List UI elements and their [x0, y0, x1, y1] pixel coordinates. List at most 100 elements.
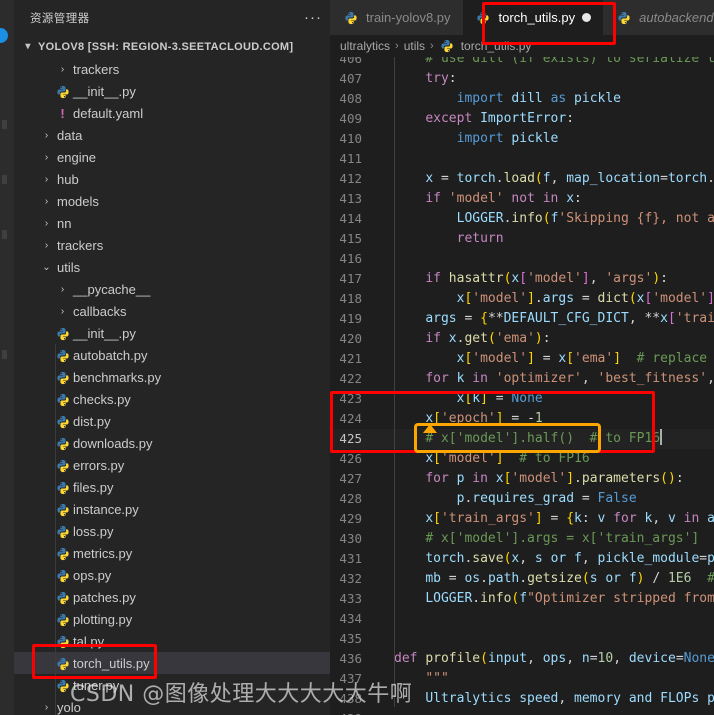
code-line[interactable]: 419 args = {**DEFAULT_CFG_DICT, **x['tra… [330, 309, 714, 329]
activity-bar[interactable] [0, 0, 14, 715]
tree-item-errors-py[interactable]: errors.py [14, 454, 330, 476]
tree-item-label: loss.py [73, 523, 114, 539]
code-line[interactable]: 427 for p in x['model'].parameters(): [330, 469, 714, 489]
breadcrumb-segment[interactable]: ultralytics [340, 39, 390, 53]
more-actions-icon[interactable]: ··· [304, 10, 322, 25]
tree-item--pycache-[interactable]: › __pycache__ [14, 278, 330, 300]
editor-tab-torch-utils-py[interactable]: torch_utils.py [462, 0, 604, 35]
activity-bar-item-4[interactable] [2, 350, 7, 359]
tree-item-utils[interactable]: ⌄ utils [14, 256, 330, 278]
code-line[interactable]: 436 def profile(input, ops, n=10, device=… [330, 649, 714, 669]
tree-item-data[interactable]: › data [14, 124, 330, 146]
file-tree[interactable]: › trackers __init__.py! default.yaml › data › e… [14, 58, 330, 715]
code-editor[interactable]: 406 # use dill (if exists) to serialize … [330, 57, 714, 715]
code-line[interactable]: 416 [330, 249, 714, 269]
line-gutter [372, 69, 394, 89]
tree-item-instance-py[interactable]: instance.py [14, 498, 330, 520]
breadcrumb-file-icon [439, 39, 456, 54]
code-line[interactable]: 429 x['train_args'] = {k: v for k, v in … [330, 509, 714, 529]
tree-item-callbacks[interactable]: › callbacks [14, 300, 330, 322]
breadcrumb-separator-icon: › [430, 40, 434, 52]
tree-item-loss-py[interactable]: loss.py [14, 520, 330, 542]
code-line[interactable]: 437 """ [330, 669, 714, 689]
code-line[interactable]: 407 try: [330, 69, 714, 89]
code-line[interactable]: 410 import pickle [330, 129, 714, 149]
code-text: mb = os.path.getsize(s or f) / 1E6 # [425, 571, 714, 586]
code-text: except ImportError: [425, 111, 575, 126]
code-line[interactable]: 418 x['model'].args = dict(x['model'] [330, 289, 714, 309]
tree-item-tal-py[interactable]: tal.py [14, 630, 330, 652]
code-line[interactable]: 428 p.requires_grad = False [330, 489, 714, 509]
code-line[interactable]: 417 if hasattr(x['model'], 'args'): [330, 269, 714, 289]
code-line[interactable]: 406 # use dill (if exists) to serialize … [330, 57, 714, 69]
code-line[interactable]: 421 x['model'] = x['ema'] # replace [330, 349, 714, 369]
line-gutter [372, 549, 394, 569]
tree-item-downloads-py[interactable]: downloads.py [14, 432, 330, 454]
code-line[interactable]: 424 x['epoch'] = -1 [330, 409, 714, 429]
tree-item-metrics-py[interactable]: metrics.py [14, 542, 330, 564]
code-line[interactable]: 430 # x['model'].args = x['train_args'] [330, 529, 714, 549]
tree-item-nn[interactable]: › nn [14, 212, 330, 234]
tree-item-label: instance.py [73, 501, 139, 517]
code-line[interactable]: 412 x = torch.load(f, map_location=torch… [330, 169, 714, 189]
python-file-icon [56, 459, 70, 473]
editor-tab-bar[interactable]: train-yolov8.py torch_utils.py autobackend… [330, 0, 714, 35]
code-line[interactable]: 411 [330, 149, 714, 169]
code-line[interactable]: 414 LOGGER.info(f'Skipping {f}, not a [330, 209, 714, 229]
code-line[interactable]: 409 except ImportError: [330, 109, 714, 129]
code-line[interactable]: 431 torch.save(x, s or f, pickle_module=… [330, 549, 714, 569]
tree-item-hub[interactable]: › hub [14, 168, 330, 190]
tree-item-trackers[interactable]: › trackers [14, 234, 330, 256]
line-number: 419 [339, 311, 362, 326]
line-number: 410 [339, 131, 362, 146]
code-line[interactable]: 439 [330, 709, 714, 715]
breadcrumb[interactable]: ultralytics › utils › torch_utils.py [330, 35, 714, 57]
tree-item--init-py[interactable]: __init__.py [14, 322, 330, 344]
code-line[interactable]: 422 for k in 'optimizer', 'best_fitness'… [330, 369, 714, 389]
code-line[interactable]: 413 if 'model' not in x: [330, 189, 714, 209]
tree-item-label: files.py [73, 479, 114, 495]
code-line[interactable]: 426 x['model'] # to FP16 [330, 449, 714, 469]
activity-bar-item-3[interactable] [2, 230, 7, 239]
code-line[interactable]: 423 x[k] = None [330, 389, 714, 409]
tree-item-dist-py[interactable]: dist.py [14, 410, 330, 432]
tree-item-ops-py[interactable]: ops.py [14, 564, 330, 586]
tree-item-engine[interactable]: › engine [14, 146, 330, 168]
tree-item--init-py[interactable]: __init__.py [14, 80, 330, 102]
tree-item-yolo[interactable]: › yolo [14, 696, 330, 715]
unsaved-indicator-icon[interactable] [582, 13, 592, 22]
tree-item-default-yaml[interactable]: ! default.yaml [14, 102, 330, 124]
editor-tab-train-yolov8-py[interactable]: train-yolov8.py [330, 0, 463, 35]
tree-item-label: patches.py [73, 589, 136, 605]
breadcrumb-segment[interactable]: utils [404, 39, 425, 53]
code-text: def profile(input, ops, n=10, device=Non… [394, 651, 714, 666]
tree-item-checks-py[interactable]: checks.py [14, 388, 330, 410]
code-text: x[k] = None [456, 391, 543, 406]
breadcrumb-segment[interactable]: torch_utils.py [461, 39, 532, 53]
tree-item-trackers[interactable]: › trackers [14, 58, 330, 80]
code-line[interactable]: 415 return [330, 229, 714, 249]
tree-item-label: yolo [57, 699, 81, 715]
tree-item-autobatch-py[interactable]: autobatch.py [14, 344, 330, 366]
tree-item-patches-py[interactable]: patches.py [14, 586, 330, 608]
line-gutter [372, 349, 394, 369]
code-line[interactable]: 425 # x['model'].half() # to FP16 [330, 429, 714, 449]
line-gutter [372, 409, 394, 429]
code-line[interactable]: 432 mb = os.path.getsize(s or f) / 1E6 # [330, 569, 714, 589]
code-line[interactable]: 435 [330, 629, 714, 649]
tree-item-plotting-py[interactable]: plotting.py [14, 608, 330, 630]
tree-item-tuner-py[interactable]: tuner.py [14, 674, 330, 696]
code-line[interactable]: 433 LOGGER.info(f"Optimizer stripped fro… [330, 589, 714, 609]
tree-item-benchmarks-py[interactable]: benchmarks.py [14, 366, 330, 388]
code-line[interactable]: 420 if x.get('ema'): [330, 329, 714, 349]
activity-bar-item-2[interactable] [2, 175, 7, 184]
editor-tab-autobackend-py[interactable]: autobackend.py [603, 0, 714, 35]
code-line[interactable]: 434 [330, 609, 714, 629]
tree-item-files-py[interactable]: files.py [14, 476, 330, 498]
code-line[interactable]: 438 Ultralytics speed, memory and FLOPs … [330, 689, 714, 709]
tree-item-torch-utils-py[interactable]: torch_utils.py [14, 652, 330, 674]
tree-item-models[interactable]: › models [14, 190, 330, 212]
explorer-root-folder[interactable]: ▾ YOLOV8 [SSH: REGION-3.SEETACLOUD.COM] [14, 35, 330, 58]
code-line[interactable]: 408 import dill as pickle [330, 89, 714, 109]
activity-bar-item-1[interactable] [2, 120, 7, 129]
